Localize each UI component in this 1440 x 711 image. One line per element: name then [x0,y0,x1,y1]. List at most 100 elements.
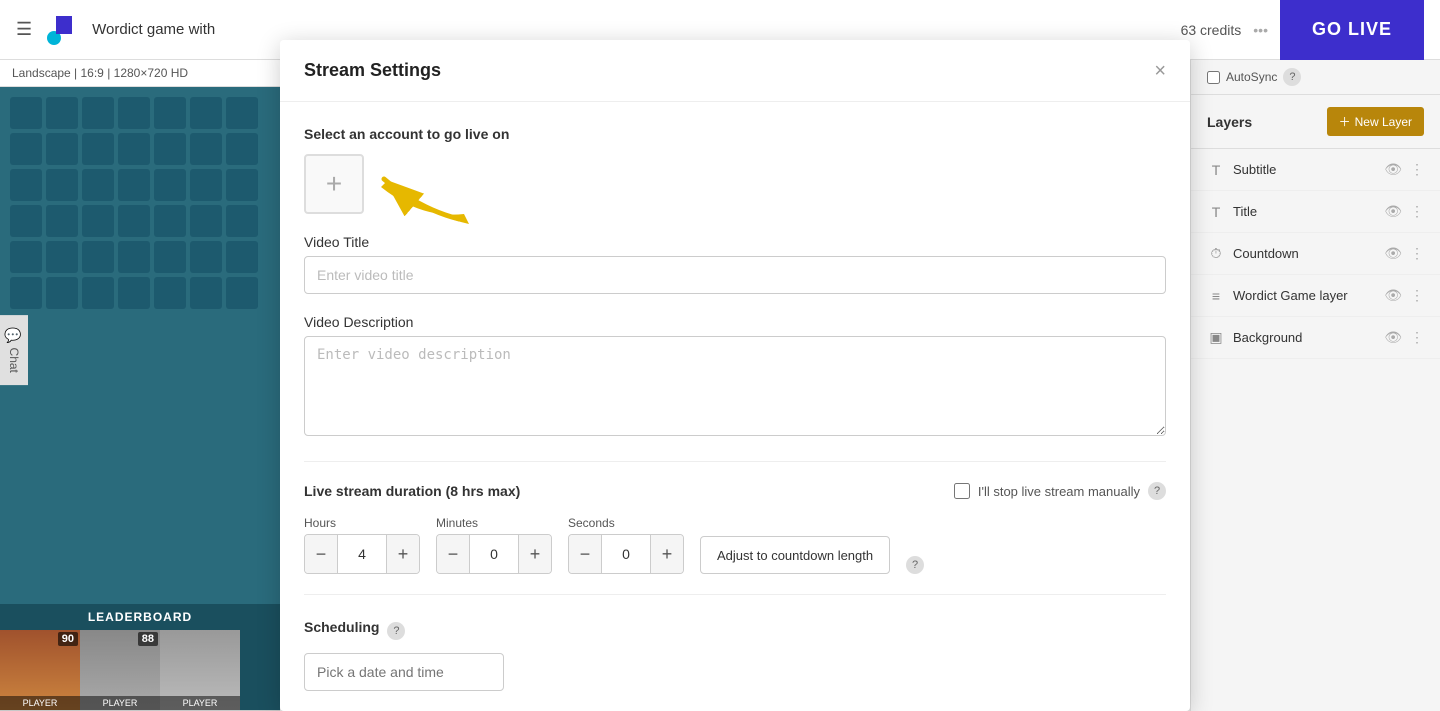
grid-cell [46,277,78,309]
clock-icon-countdown: ⏱ [1207,245,1225,262]
account-arrow-row: + [304,154,1166,234]
grid-cell [190,277,222,309]
grid-cell [190,97,222,129]
grid-cell [190,133,222,165]
minutes-input[interactable] [469,535,519,573]
grid-cell [190,241,222,273]
grid-cell [10,97,42,129]
scheduling-row: Scheduling ? [304,619,1166,691]
modal-title: Stream Settings [304,60,441,81]
grid-cell [118,97,150,129]
layer-item-title: T Title 👁 ⋮ [1191,191,1440,233]
player-score-1: 90 [58,632,78,646]
time-groups-row: Hours − + Minutes − + Seconds − [304,516,1166,574]
add-account-plus-icon: + [326,168,342,200]
player-thumb-3: PLAYER [160,630,240,710]
adjust-countdown-button[interactable]: Adjust to countdown length [700,536,890,574]
autosync-label: AutoSync [1226,70,1277,84]
dots-icon-countdown[interactable]: ⋮ [1410,245,1424,262]
eye-icon-background[interactable]: 👁 [1384,329,1402,346]
chat-tab[interactable]: 💬 Chat [0,315,28,385]
layers-title: Layers [1207,114,1252,130]
layer-name-wordict: Wordict Game layer [1233,288,1348,303]
eye-icon-countdown[interactable]: 👁 [1384,245,1402,262]
manual-stop-help-icon[interactable]: ? [1148,482,1166,500]
autosync-row: AutoSync ? [1191,60,1440,95]
layer-name-countdown: Countdown [1233,246,1299,261]
game-canvas: LEADERBOARD 90 PLAYER 88 PLAYER PLAYER [0,87,280,710]
layer-item-background: ▣ Background 👁 ⋮ [1191,317,1440,359]
manual-stop-label: I'll stop live stream manually [978,484,1140,499]
modal-close-button[interactable]: × [1154,61,1166,81]
grid-cell [226,169,258,201]
add-account-button[interactable]: + [304,154,364,214]
seconds-group: Seconds − + [568,516,684,574]
dots-icon-subtitle[interactable]: ⋮ [1410,161,1424,178]
right-panel-header: Layers ＋ New Layer [1191,95,1440,149]
logo-icon [44,12,80,48]
grid-cell [154,205,186,237]
layer-item-subtitle: T Subtitle 👁 ⋮ [1191,149,1440,191]
bg-icon-background: ▣ [1207,329,1225,346]
eye-icon-wordict[interactable]: 👁 [1384,287,1402,304]
video-description-input[interactable] [304,336,1166,436]
grid-cell [10,277,42,309]
hours-increment-button[interactable]: + [387,535,419,573]
divider-2 [304,594,1166,595]
game-icon-wordict: ≡ [1207,288,1225,304]
autosync-checkbox[interactable] [1207,71,1220,84]
grid-cell [82,97,114,129]
player-score-2: 88 [138,632,158,646]
hamburger-icon[interactable]: ☰ [16,19,32,40]
minutes-increment-button[interactable]: + [519,535,551,573]
eye-icon-title[interactable]: 👁 [1384,203,1402,220]
video-title-input[interactable] [304,256,1166,294]
grid-cell [154,133,186,165]
grid-cell [46,205,78,237]
grid-cell [82,133,114,165]
video-description-label: Video Description [304,314,1166,330]
seconds-decrement-button[interactable]: − [569,535,601,573]
seconds-increment-button[interactable]: + [651,535,683,573]
text-icon-title: T [1207,204,1225,220]
new-layer-label: New Layer [1355,115,1412,129]
dots-icon-title[interactable]: ⋮ [1410,203,1424,220]
grid-cell [46,133,78,165]
seconds-input[interactable] [601,535,651,573]
player-label-3: PLAYER [160,696,240,710]
hours-decrement-button[interactable]: − [305,535,337,573]
grid-cell [190,169,222,201]
manual-stop-checkbox[interactable] [954,483,970,499]
chat-label: Chat [7,348,21,373]
minutes-decrement-button[interactable]: − [437,535,469,573]
hours-input[interactable] [337,535,387,573]
manual-stop-group: I'll stop live stream manually ? [954,482,1166,500]
layer-name-subtitle: Subtitle [1233,162,1276,177]
canvas-area: Landscape | 16:9 | 1280×720 HD LEADERBOA… [0,60,280,711]
plus-icon: ＋ [1339,113,1351,130]
arrow-hint-icon [359,159,479,229]
countdown-help-icon[interactable]: ? [906,556,924,574]
date-picker-input[interactable] [304,653,504,691]
layer-name-title: Title [1233,204,1257,219]
autosync-help-icon[interactable]: ? [1283,68,1301,86]
player-thumb-1: 90 PLAYER [0,630,80,710]
dots-icon-wordict[interactable]: ⋮ [1410,287,1424,304]
go-live-button[interactable]: GO LIVE [1280,0,1424,60]
stream-settings-modal: Stream Settings × Select an account to g… [280,40,1190,711]
hours-group: Hours − + [304,516,420,574]
new-layer-button[interactable]: ＋ New Layer [1327,107,1424,136]
grid-cell [154,277,186,309]
grid-cell [154,97,186,129]
scheduling-help-icon[interactable]: ? [387,622,405,640]
hours-control: − + [304,534,420,574]
divider [304,461,1166,462]
player-thumb-2: 88 PLAYER [80,630,160,710]
grid-cell [10,169,42,201]
minutes-label: Minutes [436,516,552,530]
scheduling-title: Scheduling [304,619,379,635]
grid-cell [10,133,42,165]
dots-icon-background[interactable]: ⋮ [1410,329,1424,346]
eye-icon-subtitle[interactable]: 👁 [1384,161,1402,178]
grid-cell [118,241,150,273]
